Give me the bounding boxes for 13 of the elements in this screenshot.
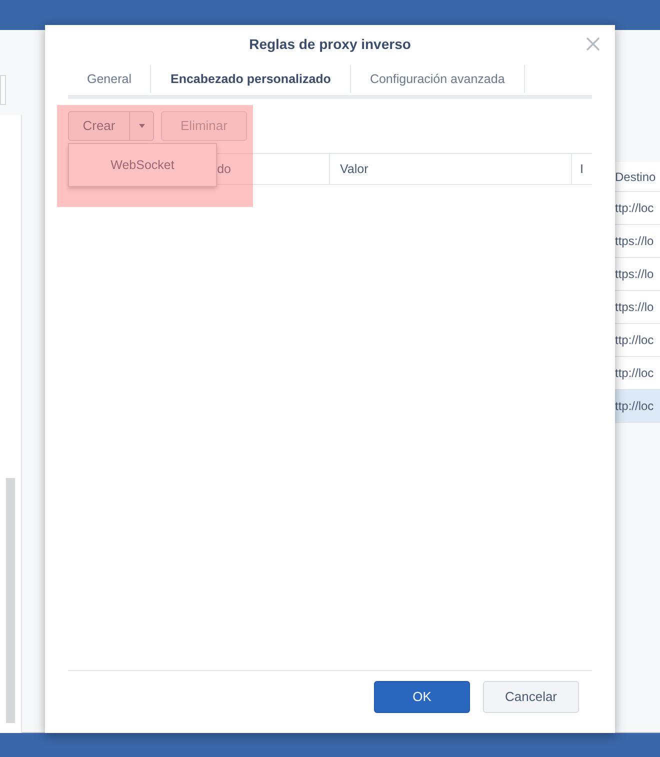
tab[interactable]: Configuración avanzada	[350, 65, 525, 93]
column-header: I	[579, 160, 584, 178]
tab[interactable]: Encabezado personalizado	[151, 65, 351, 93]
close-icon[interactable]	[586, 37, 600, 51]
dropdown-button[interactable]	[130, 111, 154, 141]
column-header: Valor	[330, 154, 572, 184]
dialog-title: Reglas de proxy inverso	[249, 34, 411, 54]
tab[interactable]: General	[68, 65, 152, 93]
table-row[interactable]: ttp://loc	[615, 390, 660, 423]
text-field[interactable]	[0, 75, 6, 105]
cancel-button[interactable]: Cancelar	[483, 681, 579, 713]
caret-icon	[138, 124, 144, 128]
ok-button[interactable]: OK	[374, 681, 470, 713]
